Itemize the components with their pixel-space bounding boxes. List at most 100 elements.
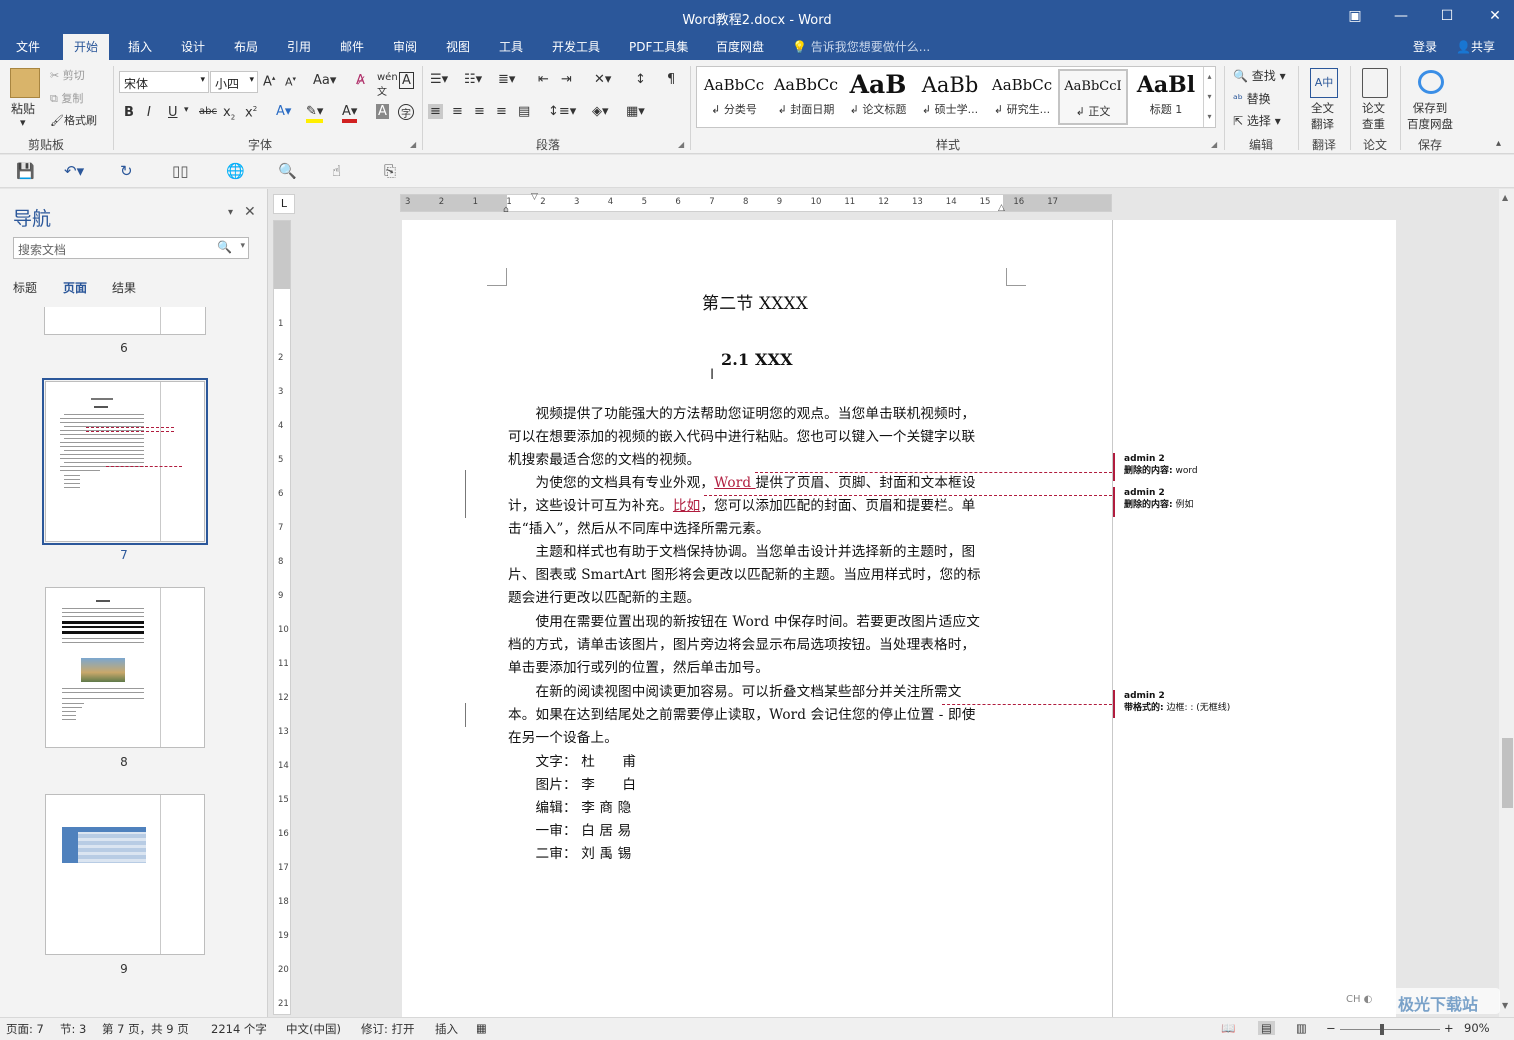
align-left-icon[interactable]: ≡	[428, 104, 443, 119]
chevron-down-icon[interactable]: ▾	[240, 241, 245, 251]
zoom-in-icon[interactable]: +	[1444, 1021, 1454, 1035]
format-painter-button[interactable]: 🖌格式刷	[50, 112, 97, 128]
status-track-changes[interactable]: 修订: 打开	[361, 1021, 415, 1037]
style-classification[interactable]: AaBbCc ↲ 分类号	[699, 69, 769, 125]
baidu-cloud-icon[interactable]	[1418, 70, 1444, 94]
bold-icon[interactable]: B	[124, 105, 134, 120]
revision-balloon[interactable]: admin 2 删除的内容: word	[1113, 453, 1273, 481]
character-shading-icon[interactable]: A	[376, 104, 389, 119]
highlight-icon[interactable]: ✎▾	[306, 104, 324, 123]
paper-check-button[interactable]: 论文 查重	[1362, 100, 1385, 132]
macro-record-icon[interactable]: ▦	[476, 1021, 487, 1035]
decrease-indent-icon[interactable]: ⇤	[538, 72, 549, 87]
show-marks-icon[interactable]: ¶	[667, 72, 675, 87]
web-layout-icon[interactable]: 🌐	[226, 162, 245, 180]
replace-button[interactable]: ᵃᵇ 替换	[1233, 90, 1271, 107]
phonetic-guide-icon[interactable]: wén 文	[377, 72, 398, 98]
tell-me-box[interactable]: 💡 告诉我您想要做什么...	[792, 38, 930, 55]
redo-icon[interactable]: ↻	[120, 162, 133, 180]
tracked-insertion[interactable]: 比如	[673, 498, 701, 514]
asian-layout-icon[interactable]: ✕▾	[594, 72, 611, 87]
login-link[interactable]: 登录	[1413, 38, 1437, 55]
shrink-font-icon[interactable]: A▾	[285, 75, 296, 89]
export-icon[interactable]: ⎘	[384, 162, 396, 180]
copy-button[interactable]: ⧉ 复制	[50, 90, 83, 106]
undo-icon[interactable]: ↶▾	[64, 162, 84, 180]
tab-file[interactable]: 文件	[16, 38, 40, 55]
save-icon[interactable]: 💾	[16, 162, 35, 180]
borders-icon[interactable]: ▦▾	[626, 104, 645, 119]
scroll-down-icon[interactable]: ▼	[1502, 1001, 1508, 1010]
vertical-ruler[interactable]: 1 2 3 4 5 6 7 8 9 10 11 12 13 14 15 16 17 18 19 20 21	[273, 220, 291, 1015]
italic-icon[interactable]: I	[147, 105, 151, 120]
shading-icon[interactable]: ◈▾	[592, 104, 609, 119]
status-page-count[interactable]: 第 7 页，共 9 页	[102, 1021, 189, 1037]
style-normal[interactable]: AaBbCcI ↲ 正文	[1058, 69, 1128, 125]
maximize-button[interactable]: ☐	[1436, 6, 1458, 26]
tab-pdf-tools[interactable]: PDF工具集	[629, 38, 688, 55]
paste-dropdown-icon[interactable]: ▾	[20, 116, 26, 129]
page-thumbnail[interactable]	[45, 794, 205, 955]
underline-icon[interactable]: U	[168, 105, 178, 120]
styles-dialog-launcher-icon[interactable]: ◢	[1211, 140, 1217, 149]
select-button[interactable]: ⇱ 选择 ▾	[1233, 112, 1281, 129]
ribbon-display-options-icon[interactable]: ▣	[1344, 6, 1366, 26]
tab-review[interactable]: 审阅	[393, 38, 417, 55]
chevron-down-icon[interactable]: ▾	[184, 105, 189, 115]
enclose-characters-icon[interactable]: 字	[398, 104, 414, 120]
tab-pages[interactable]: 页面	[63, 279, 87, 296]
superscript-icon[interactable]: x2	[245, 105, 257, 120]
align-center-icon[interactable]: ≡	[452, 104, 463, 119]
tab-baidu-netdisk[interactable]: 百度网盘	[716, 38, 764, 55]
font-color-icon[interactable]: A▾	[342, 104, 358, 123]
tab-view[interactable]: 视图	[446, 38, 470, 55]
font-dialog-launcher-icon[interactable]: ◢	[410, 140, 416, 149]
style-cover-date[interactable]: AaBbCc ↲ 封面日期	[771, 69, 841, 125]
minimize-button[interactable]: —	[1390, 6, 1412, 26]
nav-options-icon[interactable]: ▾	[228, 207, 233, 218]
page-thumbnail[interactable]	[45, 587, 205, 748]
vertical-scrollbar[interactable]: ▲ ▼	[1499, 189, 1514, 1017]
zoom-slider[interactable]	[1340, 1029, 1440, 1030]
multilevel-list-icon[interactable]: ≣▾	[498, 72, 515, 87]
revision-balloon[interactable]: admin 2 带格式的: 边框: : (无框线)	[1113, 690, 1273, 718]
style-paper-title[interactable]: AaB ↲ 论文标题	[843, 69, 913, 125]
sort-icon[interactable]: ↕	[635, 72, 646, 87]
scroll-up-icon[interactable]: ▲	[1502, 193, 1508, 202]
status-word-count[interactable]: 2214 个字	[211, 1021, 267, 1037]
style-heading-1[interactable]: AaBl 标题 1	[1131, 69, 1201, 125]
translate-icon[interactable]: A中	[1310, 68, 1338, 98]
numbering-icon[interactable]: ☷▾	[464, 72, 482, 87]
font-name-box[interactable]: 宋体 ▾	[119, 71, 209, 93]
line-spacing-icon[interactable]: ↕≡▾	[548, 104, 576, 119]
first-line-indent-marker[interactable]: ▽	[531, 192, 538, 202]
close-icon[interactable]: ✕	[244, 204, 256, 220]
search-input[interactable]: 搜索文档 🔍 ▾	[13, 237, 249, 259]
subscript-icon[interactable]: x2	[223, 105, 235, 122]
distributed-icon[interactable]: ▤	[518, 104, 530, 119]
tab-references[interactable]: 引用	[287, 38, 311, 55]
zoom-slider-thumb[interactable]	[1380, 1024, 1384, 1035]
grow-font-icon[interactable]: A▴	[263, 74, 275, 89]
change-case-button[interactable]: Aa▾	[313, 73, 336, 88]
page-thumbnail[interactable]	[44, 307, 206, 335]
increase-indent-icon[interactable]: ⇥	[561, 72, 572, 87]
tab-tools[interactable]: 工具	[499, 38, 523, 55]
tab-selector[interactable]: L	[273, 194, 295, 214]
font-size-box[interactable]: 小四 ▾	[210, 71, 258, 93]
share-button[interactable]: 👤共享	[1456, 38, 1495, 55]
paste-icon[interactable]	[10, 68, 40, 98]
horizontal-ruler[interactable]: 3 2 1 1 2 3 4 5 6 7 8 9 10 11 12 13 14 15 16 17 ⌂ ▽ △	[400, 192, 1112, 215]
status-insert-mode[interactable]: 插入	[435, 1021, 458, 1037]
close-button[interactable]: ✕	[1484, 6, 1506, 26]
bullets-icon[interactable]: ☰▾	[430, 72, 448, 87]
tracked-insertion[interactable]: Word	[714, 475, 756, 491]
tab-home[interactable]: 开始	[63, 34, 110, 60]
style-masters[interactable]: AaBb ↲ 硕士学...	[915, 69, 985, 125]
search-icon[interactable]: 🔍	[217, 240, 232, 254]
status-section[interactable]: 节: 3	[60, 1021, 86, 1037]
style-graduate[interactable]: AaBbCc ↲ 研究生...	[987, 69, 1057, 125]
zoom-level[interactable]: 90%	[1464, 1021, 1490, 1035]
justify-icon[interactable]: ≡	[496, 104, 507, 119]
styles-scroll[interactable]: ▴ ▾ ▾	[1203, 67, 1215, 127]
